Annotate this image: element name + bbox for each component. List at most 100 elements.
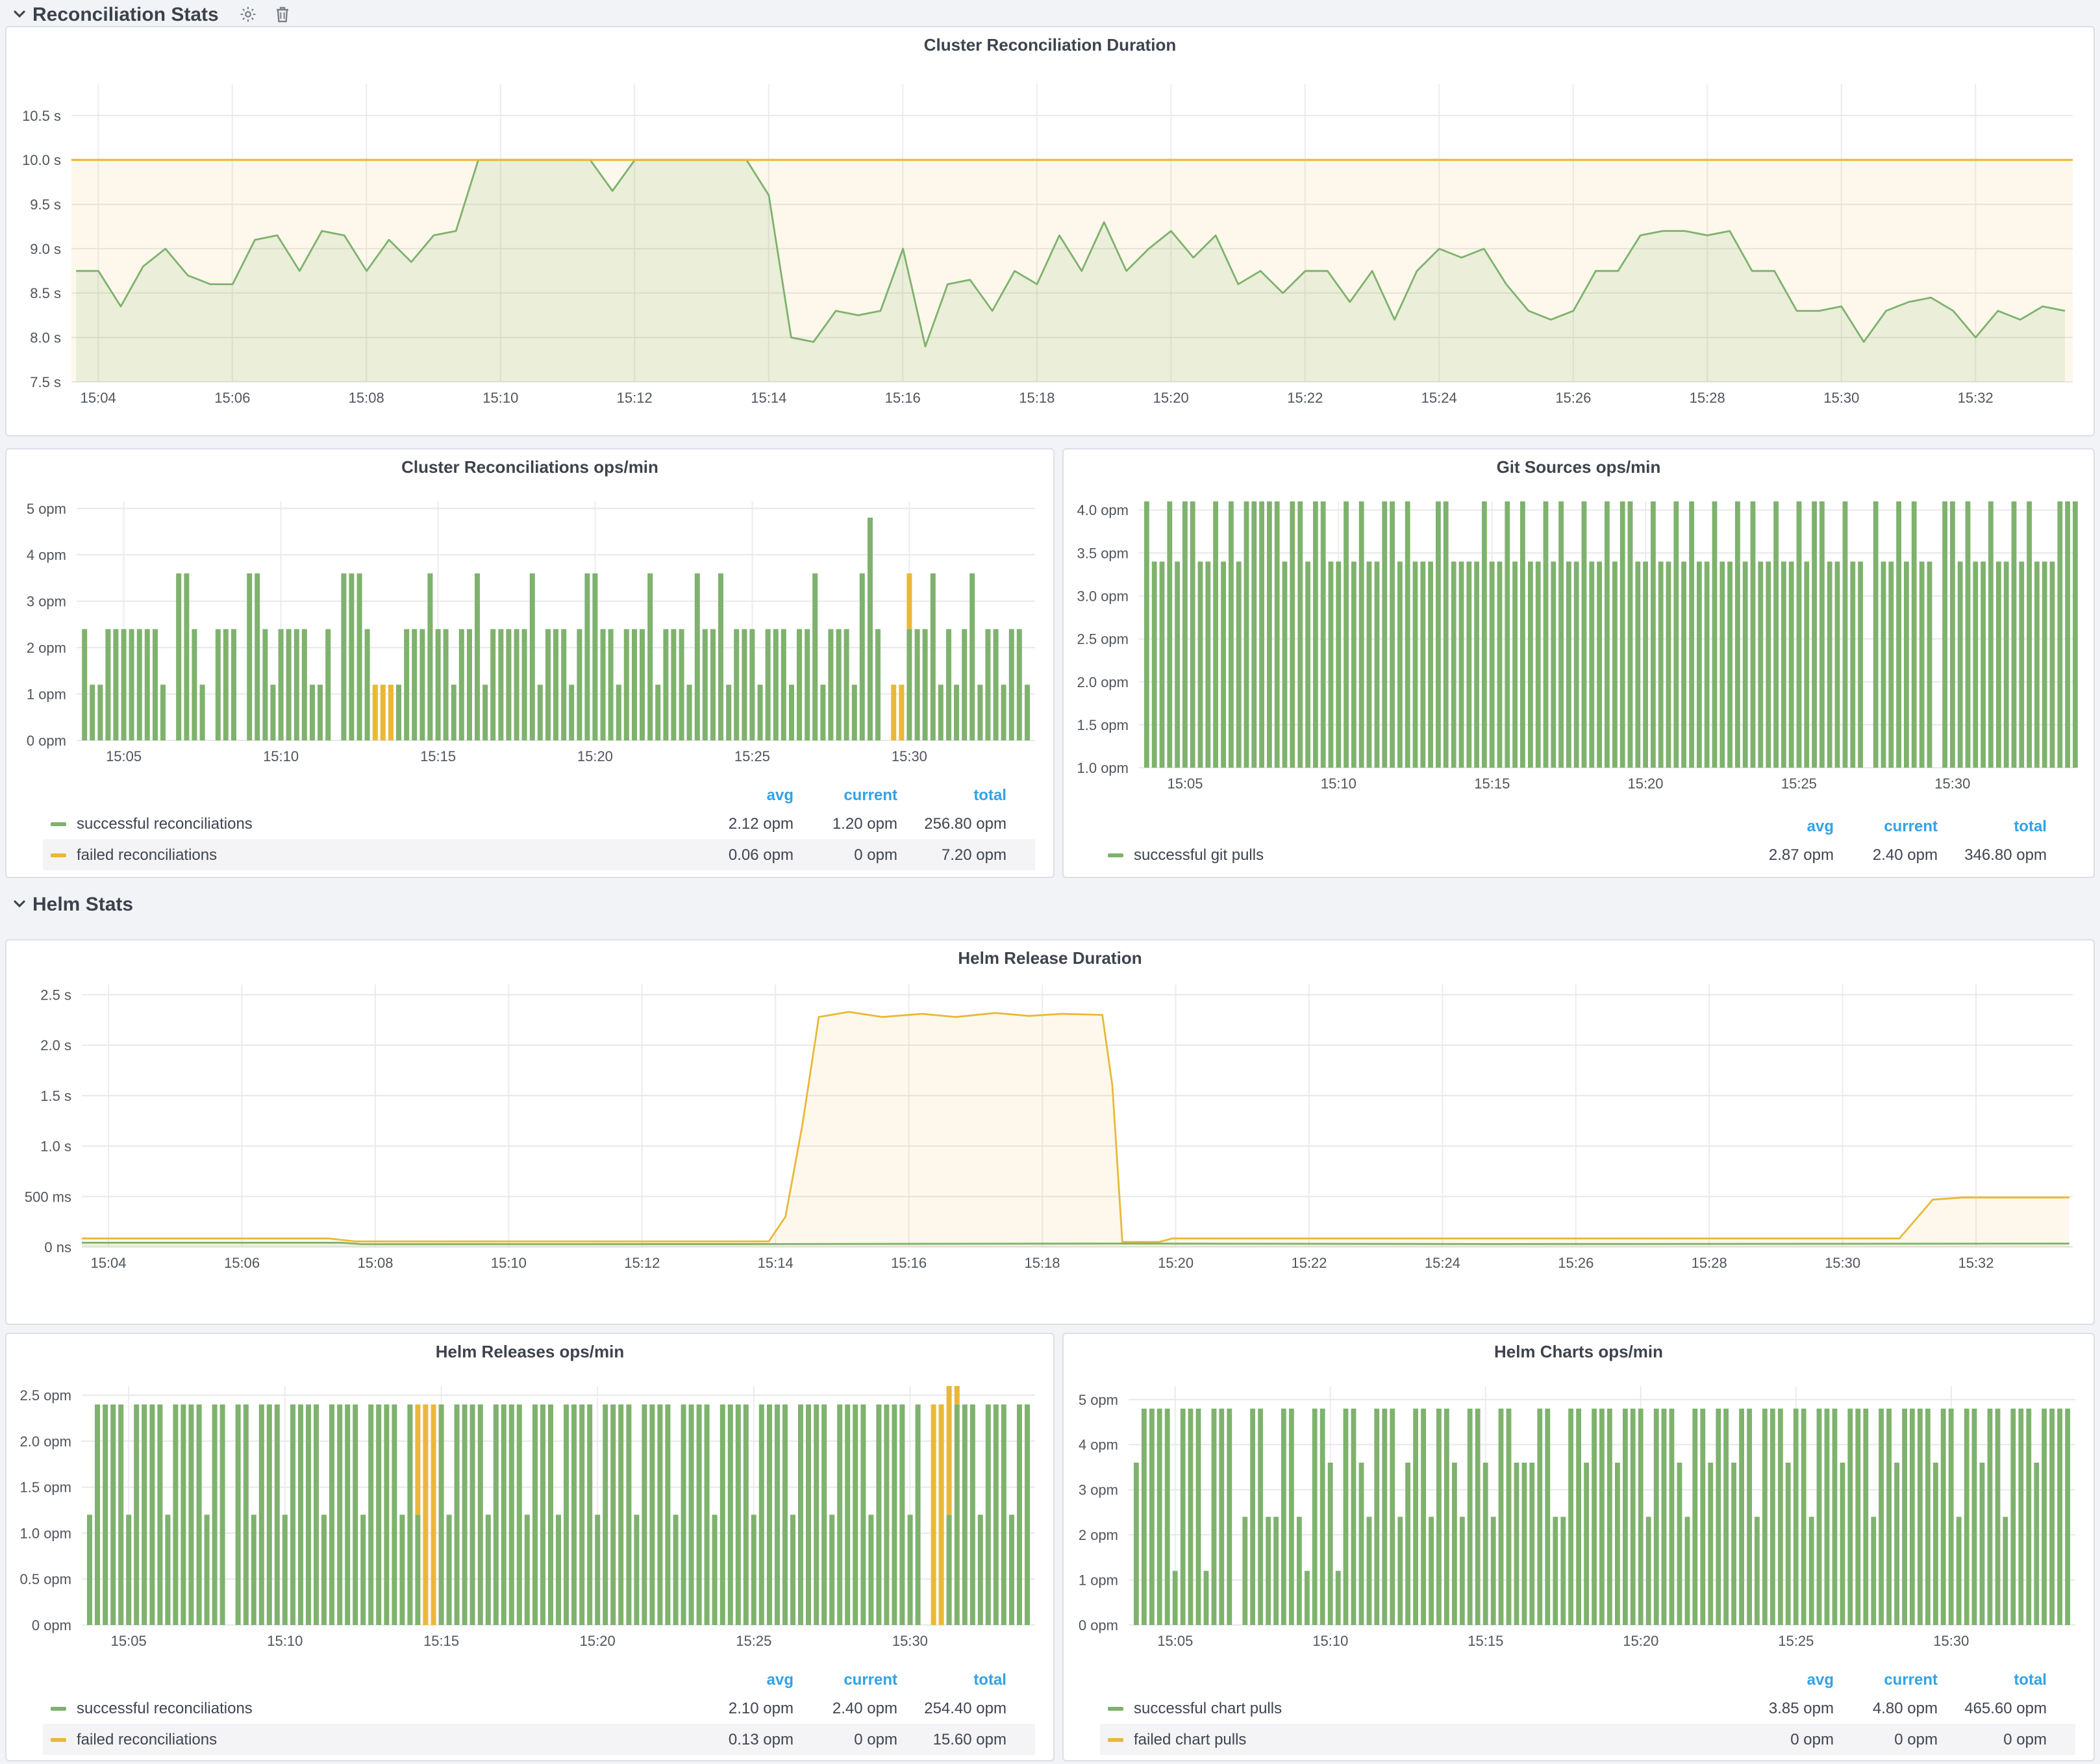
svg-text:15:10: 15:10	[1321, 775, 1356, 792]
legend-col-current[interactable]: current	[1818, 1667, 1938, 1693]
svg-text:0 ns: 0 ns	[44, 1239, 71, 1255]
legend-value-avg: 0 opm	[1714, 1724, 1834, 1755]
legend-row: failed chart pulls0 opm0 opm0 opm	[1100, 1724, 2075, 1755]
svg-text:15:05: 15:05	[111, 1633, 147, 1649]
x-axis-labels: 15:0515:1015:1515:2015:2515:30	[111, 1633, 928, 1649]
legend-value-current: 4.80 opm	[1818, 1693, 1938, 1724]
legend-col-current[interactable]: current	[1818, 813, 1938, 839]
legend-col-current[interactable]: current	[778, 1667, 897, 1693]
legend-header-row: avgcurrenttotal	[1100, 1667, 2075, 1693]
legend-row: successful reconciliations2.12 opm1.20 o…	[43, 808, 1035, 839]
svg-text:15:10: 15:10	[267, 1633, 303, 1649]
panel-cluster-reconciliation-duration: Cluster Reconciliation Duration 15:04 15:…	[5, 26, 2095, 436]
svg-text:5 opm: 5 opm	[1079, 1392, 1118, 1408]
cluster-reconciliation-duration-chart[interactable]: 15:0415:0615:0815:1015:1215:1415:1615:18…	[6, 27, 2094, 435]
svg-text:1.5 s: 1.5 s	[40, 1088, 71, 1104]
legend-header-row: avgcurrenttotal	[1100, 813, 2075, 839]
svg-text:15:08: 15:08	[357, 1255, 393, 1271]
panel-title[interactable]: Cluster Reconciliation Duration	[6, 35, 2094, 55]
series-color-dash-icon	[51, 1738, 66, 1742]
legend-series-label[interactable]: successful reconciliations	[77, 808, 253, 839]
svg-text:15:20: 15:20	[580, 1633, 616, 1649]
legend-value-total: 346.80 opm	[1927, 839, 2047, 870]
legend-header-row: avgcurrenttotal	[43, 1667, 1035, 1693]
legend-col-total[interactable]: total	[1927, 1667, 2047, 1693]
legend-row: failed reconciliations0.13 opm0 opm15.60…	[43, 1724, 1035, 1755]
panel-title[interactable]: Helm Releases ops/min	[6, 1342, 1053, 1361]
svg-text:15:30: 15:30	[1823, 390, 1859, 406]
legend-col-avg[interactable]: avg	[674, 782, 794, 808]
legend-value-avg: 3.85 opm	[1714, 1693, 1834, 1724]
legend-value-avg: 0.13 opm	[674, 1724, 794, 1755]
legend-series-label[interactable]: failed reconciliations	[77, 839, 217, 870]
svg-text:15:25: 15:25	[1781, 775, 1817, 792]
svg-text:15:22: 15:22	[1291, 1255, 1327, 1271]
legend-series-label[interactable]: successful git pulls	[1134, 839, 1264, 870]
panel-title[interactable]: Helm Charts ops/min	[1064, 1342, 2094, 1361]
legend-value-avg: 2.12 opm	[674, 808, 794, 839]
svg-text:15:10: 15:10	[263, 748, 299, 764]
helm-release-duration-chart[interactable]: 15:0415:0615:0815:1015:1215:1415:1615:18…	[6, 940, 2094, 1324]
svg-text:3 opm: 3 opm	[1079, 1482, 1118, 1498]
svg-text:2 opm: 2 opm	[1079, 1527, 1118, 1543]
svg-text:0 opm: 0 opm	[32, 1617, 71, 1633]
legend-value-current: 0 opm	[778, 1724, 897, 1755]
svg-text:1 opm: 1 opm	[27, 687, 66, 703]
svg-text:15:18: 15:18	[1024, 1255, 1060, 1271]
legend-series-label[interactable]: failed reconciliations	[77, 1724, 217, 1755]
x-axis-labels: 15:0515:1015:1515:2015:2515:30	[1167, 775, 1970, 792]
release-duration-p50-series	[82, 1242, 2069, 1247]
legend: avgcurrenttotalsuccessful git pulls2.87 …	[1100, 813, 2075, 870]
svg-text:15:22: 15:22	[1287, 390, 1323, 406]
legend: avgcurrenttotal successful reconciliation…	[43, 782, 1035, 870]
svg-text:15:06: 15:06	[214, 390, 250, 406]
legend-series-label[interactable]: successful chart pulls	[1134, 1693, 1282, 1724]
chevron-down-icon[interactable]	[13, 899, 26, 909]
svg-text:15:16: 15:16	[885, 390, 921, 406]
panel-title[interactable]: Cluster Reconciliations ops/min	[6, 457, 1053, 477]
svg-text:2.5 opm: 2.5 opm	[20, 1387, 72, 1404]
release-duration-p99-series	[82, 1012, 2069, 1247]
legend-value-avg: 0.06 opm	[674, 839, 794, 870]
section-header-helm-stats[interactable]: Helm Stats	[13, 892, 133, 916]
svg-text:2 opm: 2 opm	[27, 640, 66, 656]
legend-col-avg[interactable]: avg	[1714, 1667, 1834, 1693]
panel-title[interactable]: Helm Release Duration	[6, 948, 2094, 968]
svg-text:15:20: 15:20	[1153, 390, 1189, 406]
series-color-dash-icon	[1108, 1707, 1123, 1711]
legend-col-total[interactable]: total	[1927, 813, 2047, 839]
svg-text:15:26: 15:26	[1555, 390, 1591, 406]
legend-series-label[interactable]: successful reconciliations	[77, 1693, 253, 1724]
svg-text:15:24: 15:24	[1421, 390, 1457, 406]
section-header-reconciliation-stats[interactable]: Reconciliation Stats	[13, 3, 292, 26]
legend-col-current[interactable]: current	[778, 782, 897, 808]
svg-text:9.0 s: 9.0 s	[30, 241, 61, 257]
chevron-down-icon[interactable]	[13, 9, 26, 19]
panel-title[interactable]: Git Sources ops/min	[1064, 457, 2094, 477]
legend-series-label[interactable]: failed chart pulls	[1134, 1724, 1246, 1755]
svg-text:15:25: 15:25	[1778, 1633, 1814, 1649]
legend-col-avg[interactable]: avg	[674, 1667, 794, 1693]
svg-text:15:20: 15:20	[577, 748, 613, 764]
bars	[1134, 1409, 2070, 1625]
x-axis-labels: 15:0415:0615:0815:1015:1215:1415:1615:18…	[90, 1255, 1994, 1271]
legend-col-total[interactable]: total	[887, 782, 1006, 808]
svg-text:1.5 opm: 1.5 opm	[1077, 717, 1129, 733]
legend-col-total[interactable]: total	[887, 1667, 1006, 1693]
legend-value-total: 0 opm	[1927, 1724, 2047, 1755]
svg-text:15:05: 15:05	[106, 748, 142, 764]
svg-text:2.5 opm: 2.5 opm	[1077, 631, 1129, 648]
series-color-dash-icon	[51, 853, 66, 857]
trash-icon[interactable]	[275, 5, 292, 23]
legend-value-total: 7.20 opm	[887, 839, 1006, 870]
svg-text:15:30: 15:30	[892, 1633, 928, 1649]
legend-value-current: 0 opm	[1818, 1724, 1938, 1755]
svg-text:15:04: 15:04	[81, 390, 116, 406]
svg-text:2.0 opm: 2.0 opm	[20, 1433, 72, 1450]
legend-value-current: 2.40 opm	[778, 1693, 897, 1724]
svg-text:15:20: 15:20	[1158, 1255, 1194, 1271]
settings-gear-icon[interactable]	[240, 5, 258, 23]
svg-text:15:05: 15:05	[1157, 1633, 1193, 1649]
series-color-dash-icon	[1108, 853, 1123, 857]
legend-col-avg[interactable]: avg	[1714, 813, 1834, 839]
